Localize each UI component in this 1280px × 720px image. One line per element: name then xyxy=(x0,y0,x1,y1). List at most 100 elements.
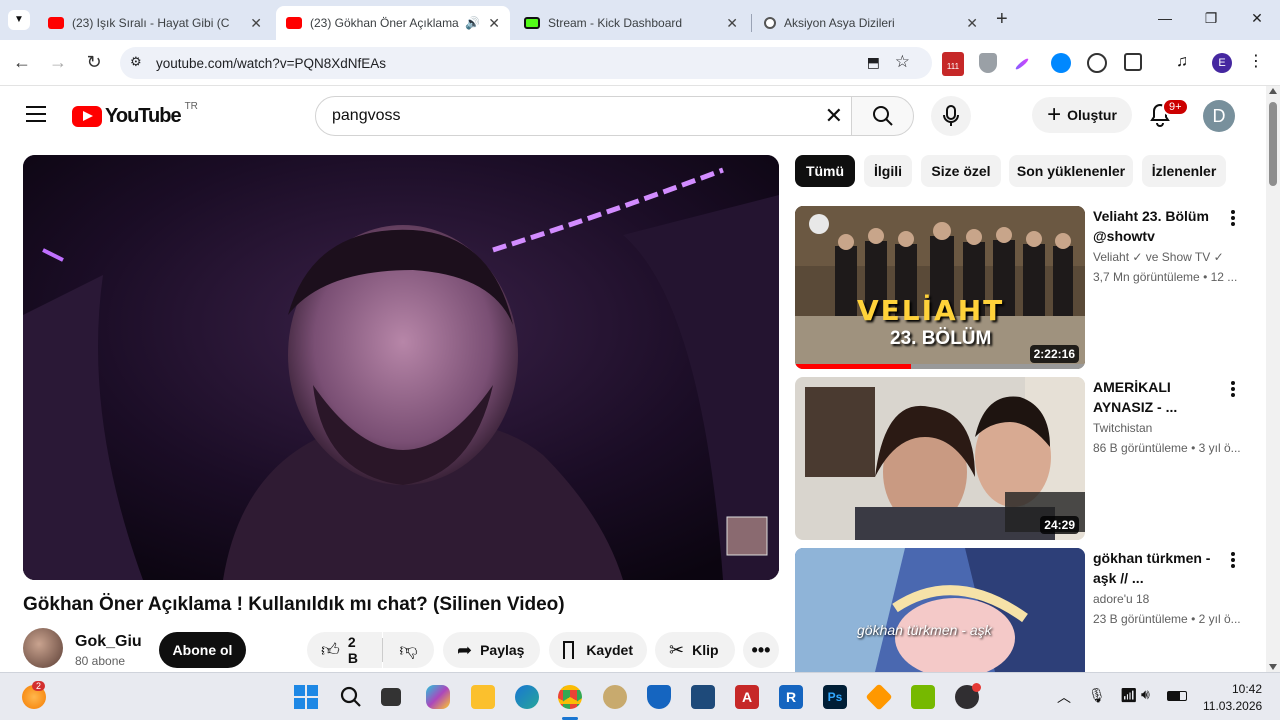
nvidia-icon[interactable] xyxy=(911,685,935,709)
more-vertical-icon[interactable] xyxy=(1226,208,1240,228)
youtube-logo[interactable]: YouTube TR xyxy=(72,101,198,128)
tab-search-button[interactable]: ▼ xyxy=(8,10,30,30)
browser-tab-4[interactable]: Aksiyon Asya Dizileri ✕ xyxy=(754,6,988,40)
browser-tab-2[interactable]: (23) Gökhan Öner Açıklama 🔊 ✕ xyxy=(276,6,510,40)
related-title-2[interactable]: AMERİKALI AYNASIZ - ... xyxy=(1093,377,1223,417)
close-tab-icon[interactable]: ✕ xyxy=(250,15,262,32)
forward-icon[interactable]: → xyxy=(47,52,69,73)
photoshop-icon[interactable]: Ps xyxy=(823,685,847,709)
bookmark-star-icon[interactable]: ☆ xyxy=(895,52,910,72)
illustration-thumbnail-image xyxy=(795,548,1085,672)
media-extension-icon[interactable] xyxy=(1087,53,1107,73)
task-view-icon[interactable] xyxy=(381,688,401,706)
hamburger-menu-icon[interactable] xyxy=(26,106,46,122)
browser-tab-1[interactable]: (23) Işık Sıralı - Hayat Gibi (C ✕ xyxy=(38,6,272,40)
close-tab-icon[interactable]: ✕ xyxy=(966,15,978,32)
channel-name[interactable]: Gok_Giu xyxy=(75,633,142,651)
page-scrollbar[interactable] xyxy=(1266,86,1280,672)
video-player[interactable] xyxy=(23,155,779,580)
clock-date[interactable]: 11.03.2026 xyxy=(1203,699,1262,713)
edge-browser-icon[interactable] xyxy=(515,685,539,709)
related-thumbnail-3[interactable]: gökhan türkmen - aşk xyxy=(795,548,1085,672)
account-avatar[interactable]: D xyxy=(1203,100,1235,132)
audio-playing-icon[interactable]: 🔊 xyxy=(465,16,480,30)
like-button[interactable]: 👍︎ 2 B xyxy=(307,632,382,668)
pen-extension-icon[interactable] xyxy=(1014,57,1030,71)
site-info-icon[interactable]: ⚙ xyxy=(130,54,142,70)
taskbar-search-icon[interactable] xyxy=(339,685,363,709)
profile-avatar[interactable]: E xyxy=(1212,53,1232,73)
minimize-icon[interactable]: — xyxy=(1155,10,1175,26)
subscriber-count: 80 abone xyxy=(75,654,126,668)
sublime-text-icon[interactable] xyxy=(865,683,893,711)
autocad-icon[interactable]: A xyxy=(735,685,759,709)
calendar-extension-icon[interactable]: 111 xyxy=(942,52,964,76)
sketchup-icon[interactable] xyxy=(691,685,715,709)
more-vertical-icon[interactable] xyxy=(1226,379,1240,399)
voice-search-button[interactable] xyxy=(931,96,971,136)
search-button[interactable] xyxy=(851,96,914,136)
volume-icon[interactable]: 🔊︎ xyxy=(1141,686,1150,703)
clock-time[interactable]: 10:42 xyxy=(1232,682,1262,696)
related-title-1[interactable]: Veliaht 23. Bölüm @showtv xyxy=(1093,206,1223,246)
chip-related[interactable]: İlgili xyxy=(864,155,912,187)
extensions-puzzle-icon[interactable] xyxy=(1124,53,1142,71)
battery-icon[interactable] xyxy=(1167,691,1187,701)
chrome-menu-icon[interactable]: ⋮ xyxy=(1248,51,1268,71)
chip-watched[interactable]: İzlenenler xyxy=(1142,155,1226,187)
close-tab-icon[interactable]: ✕ xyxy=(488,15,500,32)
chrome-browser-icon[interactable] xyxy=(558,685,582,709)
shield-extension-icon[interactable] xyxy=(979,53,997,73)
region-code: TR xyxy=(184,101,198,112)
scroll-up-arrow[interactable] xyxy=(1269,88,1277,94)
save-button[interactable]: Kaydet xyxy=(549,632,647,668)
clear-search-icon[interactable]: ✕ xyxy=(825,103,843,129)
related-thumbnail-2[interactable]: 24:29 xyxy=(795,377,1085,540)
scroll-down-arrow[interactable] xyxy=(1269,664,1277,670)
related-channel-1[interactable]: Veliaht ✓ ve Show TV ✓ xyxy=(1093,250,1224,264)
close-window-icon[interactable]: ✕ xyxy=(1247,10,1267,27)
scroll-thumb[interactable] xyxy=(1269,102,1277,186)
browser-tab-strip: ▼ (23) Işık Sıralı - Hayat Gibi (C ✕ (23… xyxy=(0,0,1280,40)
start-menu-icon[interactable] xyxy=(294,685,318,709)
show-hidden-icons-chevron[interactable]: ︿ xyxy=(1057,687,1071,707)
subscribe-button[interactable]: Abone ol xyxy=(159,632,246,668)
dislike-button[interactable]: 👎︎ xyxy=(383,632,434,668)
youtube-wordmark: YouTube xyxy=(105,105,182,127)
shazam-extension-icon[interactable] xyxy=(1051,53,1071,73)
wifi-icon[interactable]: 📶︎ xyxy=(1120,687,1138,704)
create-button[interactable]: + Oluştur xyxy=(1032,97,1132,133)
address-bar[interactable]: ⚙ youtube.com/watch?v=PQN8XdNfEAs ⬒ ☆ xyxy=(120,47,932,79)
microphone-icon xyxy=(943,105,959,126)
revit-icon[interactable]: R xyxy=(779,685,803,709)
file-explorer-icon[interactable] xyxy=(471,685,495,709)
close-tab-icon[interactable]: ✕ xyxy=(726,15,738,32)
related-channel-3[interactable]: adore'u 18 xyxy=(1093,592,1149,606)
more-vertical-icon[interactable] xyxy=(1226,550,1240,570)
browser-tab-3[interactable]: Stream - Kick Dashboard ✕ xyxy=(514,6,748,40)
reload-icon[interactable]: ↻ xyxy=(83,52,105,73)
related-thumbnail-1[interactable]: VELİAHT 23. BÖLÜM 2:22:16 xyxy=(795,206,1085,369)
search-input[interactable]: pangvoss ✕ xyxy=(315,96,852,136)
chip-for-you[interactable]: Size özel xyxy=(921,155,1001,187)
related-title-3[interactable]: gökhan türkmen - aşk // ... xyxy=(1093,548,1223,588)
restore-icon[interactable]: ❐ xyxy=(1201,10,1221,27)
copilot-icon[interactable] xyxy=(426,685,450,709)
new-tab-button[interactable]: + xyxy=(996,8,1008,31)
notifications-button[interactable]: 9+ xyxy=(1148,98,1189,133)
search-icon xyxy=(872,106,893,126)
media-controls-icon[interactable]: ♫ xyxy=(1176,53,1196,73)
chip-recently-uploaded[interactable]: Son yüklenenler xyxy=(1009,155,1133,187)
install-app-icon[interactable]: ⬒ xyxy=(867,54,880,71)
chip-all[interactable]: Tümü xyxy=(795,155,855,187)
back-icon[interactable]: ← xyxy=(11,52,33,73)
related-channel-2[interactable]: Twitchistan xyxy=(1093,421,1152,435)
share-button[interactable]: ➦ Paylaş xyxy=(443,632,540,668)
channel-avatar[interactable] xyxy=(23,628,63,668)
thumbs-down-icon: 👎︎ xyxy=(399,640,418,660)
microphone-tray-icon[interactable]: 🎙︎ xyxy=(1088,687,1106,704)
clip-button[interactable]: ✂ Klip xyxy=(655,632,735,668)
more-actions-button[interactable]: ••• xyxy=(743,632,779,668)
league-client-icon[interactable] xyxy=(603,685,627,709)
rocket-league-icon[interactable] xyxy=(647,685,671,709)
